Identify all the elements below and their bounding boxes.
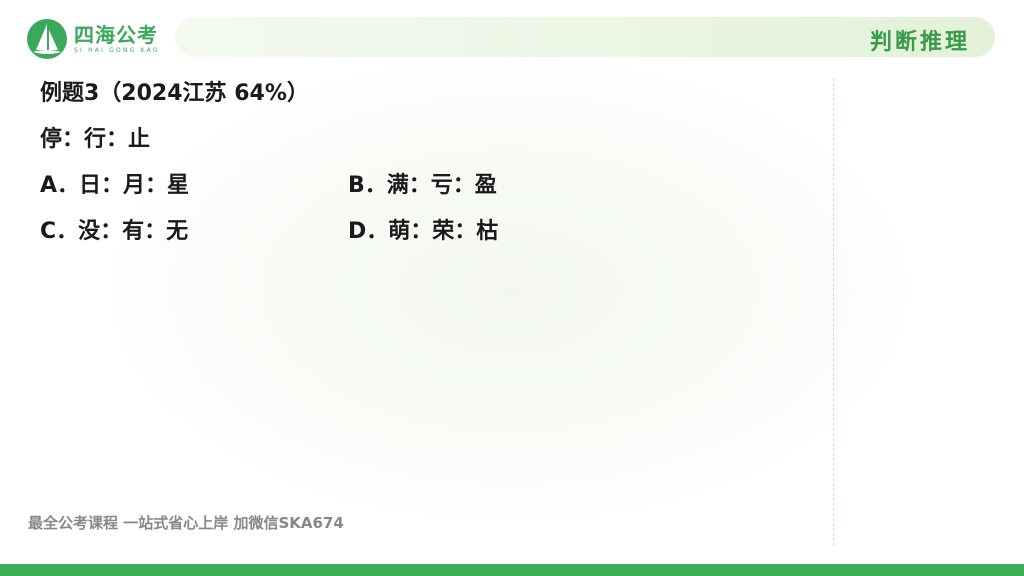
options-row-2: C．没：有：无 D．萌：荣：枯 [40, 216, 656, 248]
brand-name: 四海公考 [74, 22, 158, 47]
option-a: A．日：月：星 [40, 173, 190, 198]
option-d: D．萌：荣：枯 [348, 219, 499, 244]
sail-logo-icon [27, 19, 67, 59]
question-title: 例题3（2024江苏 64%） [40, 81, 309, 106]
dashed-divider [833, 78, 834, 546]
options-row-1: A．日：月：星 B．满：亏：盈 [40, 170, 656, 202]
brand-subtitle: SI HAI GONG KAO [74, 46, 160, 54]
bottom-accent-bar [0, 564, 1024, 576]
option-b: B．满：亏：盈 [348, 173, 497, 198]
footer-promo-text: 最全公考课程 一站式省心上岸 加微信SKA674 [28, 514, 344, 532]
option-c: C．没：有：无 [40, 219, 189, 244]
section-title: 判断推理 [869, 30, 970, 55]
question-stem: 停：行：止 [40, 127, 151, 152]
question-block: 例题3（2024江苏 64%） 停：行：止 A．日：月：星 B．满：亏：盈 C．… [40, 78, 656, 248]
brand-logo: 四海公考 SI HAI GONG KAO [26, 18, 160, 60]
